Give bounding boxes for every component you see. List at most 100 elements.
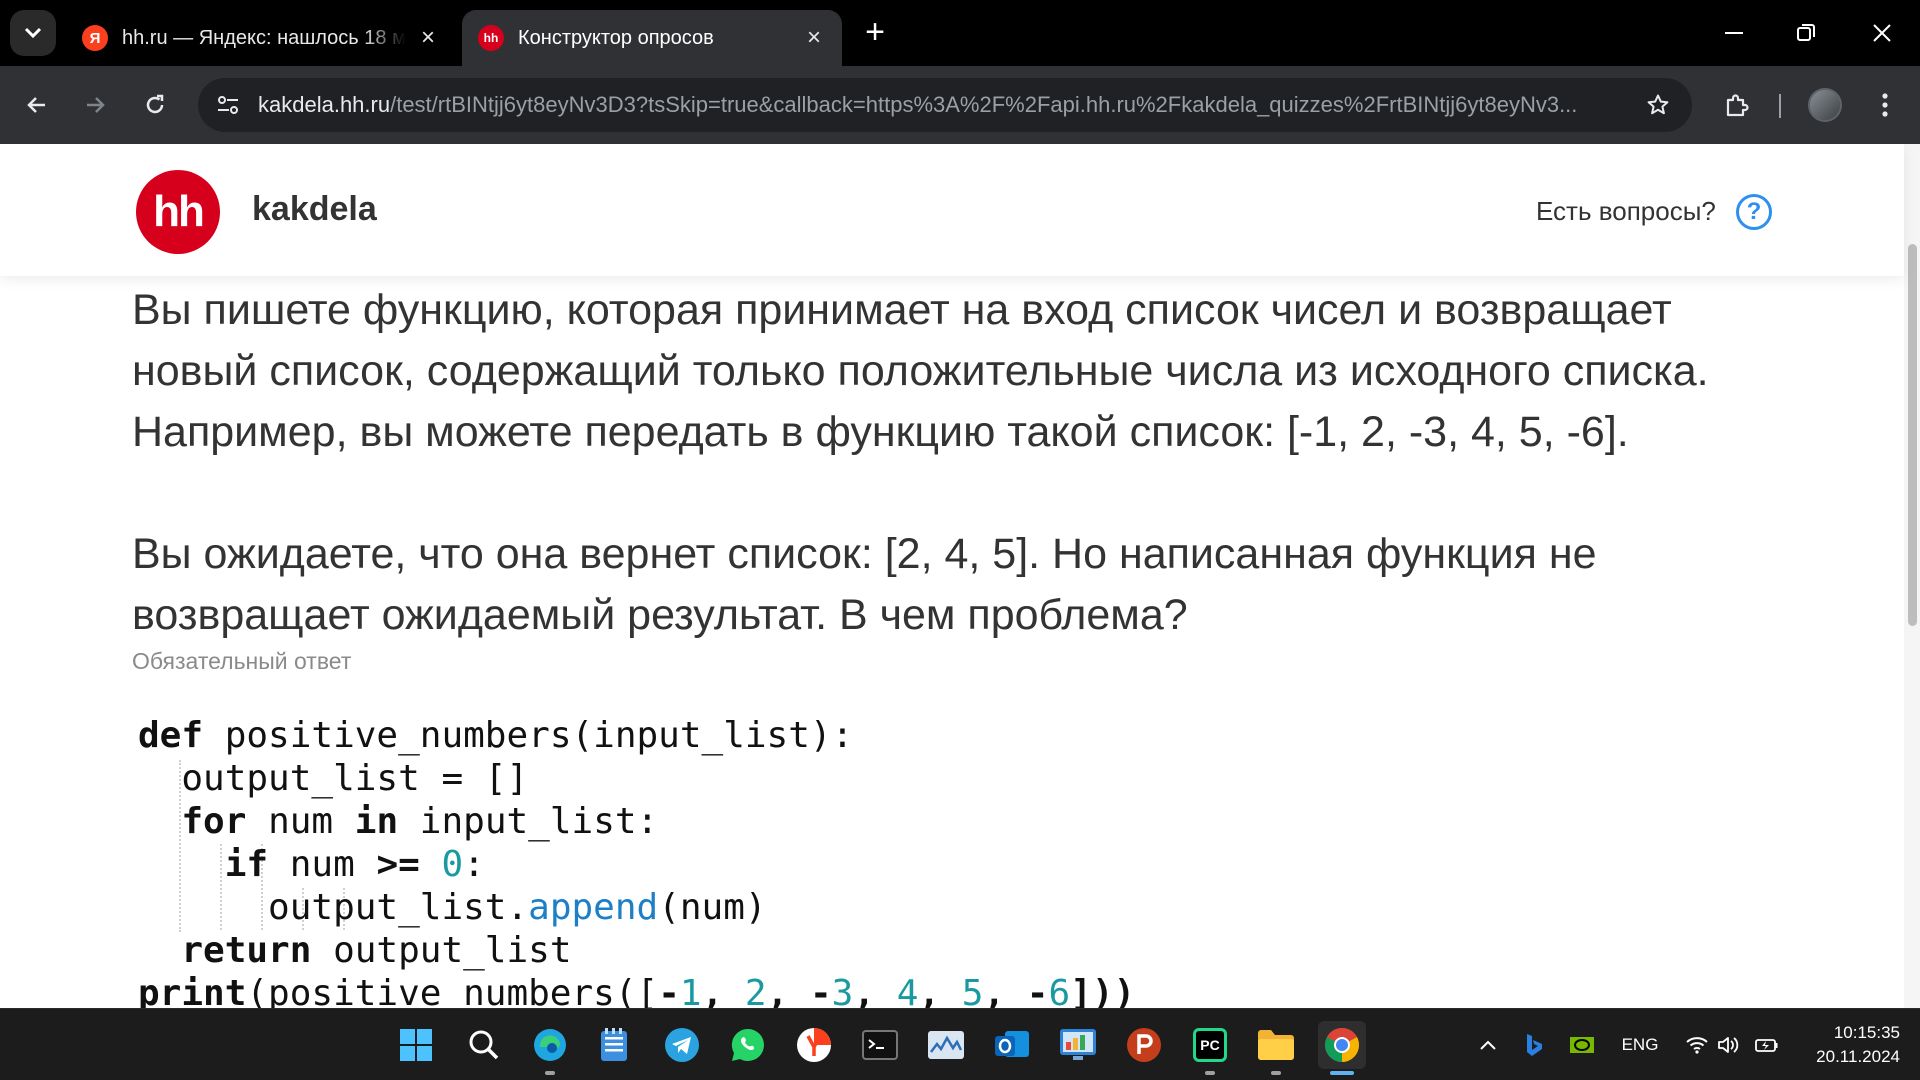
minimize-icon <box>1725 32 1743 34</box>
file-explorer-app[interactable] <box>1252 1021 1300 1075</box>
close-icon <box>1873 24 1891 42</box>
bookmark-star-icon[interactable] <box>1642 89 1674 121</box>
close-icon[interactable]: × <box>416 24 440 51</box>
yandex-browser-app[interactable] <box>790 1021 838 1069</box>
forward-button[interactable] <box>72 82 118 128</box>
start-button[interactable] <box>392 1021 440 1069</box>
code-text: num <box>268 844 377 885</box>
arrow-right-icon <box>87 97 105 113</box>
reload-button[interactable] <box>132 82 178 128</box>
telegram-app[interactable] <box>658 1021 706 1069</box>
code-text: , - <box>766 973 832 1008</box>
code-text: (positive_numbers([ <box>246 973 659 1008</box>
question-paragraph: Вы ожидаете, что она вернет список: [2, … <box>132 530 1597 639</box>
help-question-icon[interactable]: ? <box>1736 194 1772 230</box>
outlook-icon <box>995 1031 1029 1057</box>
code-text: output_list = [] <box>181 758 529 799</box>
control-panel-app[interactable] <box>1054 1021 1102 1069</box>
system-clock[interactable]: 10:15:35 20.11.2024 <box>1796 1021 1900 1069</box>
question-paragraph: Вы пишете функцию, которая принимает на … <box>132 286 1709 456</box>
outlook-app[interactable] <box>988 1021 1036 1069</box>
resource-monitor-icon <box>928 1031 964 1059</box>
page-scrollbar[interactable] <box>1904 144 1920 1008</box>
url-path: /test/rtBINtjj6yt8eyNv3D3?tsSkip=true&ca… <box>390 92 1578 117</box>
code-text: input_list: <box>398 801 659 842</box>
bing-tray-button[interactable] <box>1520 1029 1548 1061</box>
running-indicator <box>1330 1071 1354 1075</box>
code-number: 5 <box>961 973 984 1008</box>
wifi-icon[interactable] <box>1682 1029 1712 1061</box>
running-indicator <box>545 1071 555 1075</box>
powerpoint-app[interactable] <box>1120 1021 1168 1069</box>
code-number: 1 <box>679 973 702 1008</box>
show-hidden-icons-button[interactable] <box>1474 1029 1502 1061</box>
yandex-icon: Я <box>82 25 108 51</box>
code-text: positive_numbers(input_list): <box>203 715 854 756</box>
windows-start-icon <box>400 1029 432 1061</box>
code-number: 3 <box>831 973 854 1008</box>
resource-monitor-app[interactable] <box>922 1021 970 1069</box>
minimize-button[interactable] <box>1704 10 1764 56</box>
help-link[interactable]: Есть вопросы? <box>1536 196 1716 227</box>
language-indicator[interactable]: ENG <box>1616 1029 1664 1061</box>
code-keyword: if <box>224 844 269 885</box>
code-keyword: print <box>138 973 247 1008</box>
code-line: def positive_numbers(input_list): <box>138 714 1135 757</box>
close-icon[interactable]: × <box>802 24 826 51</box>
code-keyword: return <box>181 930 312 971</box>
whatsapp-app[interactable] <box>724 1021 772 1069</box>
code-text: output_list. <box>268 887 529 928</box>
code-line: output_list = [] <box>138 757 1135 800</box>
yandex-browser-icon <box>797 1028 831 1062</box>
code-operator: >= <box>376 844 420 885</box>
code-text: , <box>701 973 745 1008</box>
search-button[interactable] <box>460 1021 508 1069</box>
address-bar[interactable]: kakdela.hh.ru/test/rtBINtjj6yt8eyNv3D3?t… <box>198 78 1692 132</box>
avatar <box>1808 88 1842 122</box>
new-tab-button[interactable]: + <box>858 15 892 50</box>
back-button[interactable] <box>14 82 60 128</box>
telegram-icon <box>665 1028 699 1062</box>
profile-button[interactable] <box>1802 82 1848 128</box>
code-text: , <box>853 973 897 1008</box>
code-line: return output_list <box>138 929 1135 972</box>
site-header: hh kakdela Есть вопросы? ? <box>0 144 1904 276</box>
restore-button[interactable] <box>1776 10 1836 56</box>
brand-name: kakdela <box>252 190 377 228</box>
menu-button[interactable] <box>1862 82 1908 128</box>
chevron-down-icon <box>24 27 42 39</box>
scrollbar-thumb[interactable] <box>1908 244 1917 626</box>
code-number: 6 <box>1048 973 1071 1008</box>
hh-icon: hh <box>478 25 504 51</box>
chevron-up-icon <box>1480 1040 1496 1050</box>
code-keyword: def <box>138 715 204 756</box>
pycharm-app[interactable]: PC <box>1186 1021 1234 1075</box>
volume-icon[interactable] <box>1714 1029 1744 1061</box>
clock-time: 10:15:35 <box>1833 1023 1900 1042</box>
clock-date: 20.11.2024 <box>1816 1047 1900 1066</box>
running-indicator <box>1205 1071 1215 1075</box>
code-text: (num) <box>658 887 767 928</box>
powerpoint-icon <box>1127 1028 1161 1062</box>
terminal-app[interactable] <box>856 1021 904 1069</box>
site-settings-icon[interactable] <box>208 85 248 125</box>
extensions-button[interactable] <box>1714 82 1760 128</box>
edge-app[interactable] <box>526 1021 574 1075</box>
notepad-app[interactable] <box>590 1021 638 1069</box>
tab-search-button[interactable] <box>10 10 56 56</box>
tab-survey-builder[interactable]: hh Конструктор опросов × <box>462 10 842 66</box>
tab-yandex-search[interactable]: Я hh.ru — Яндекс: нашлось 18 млн результ… <box>66 10 456 66</box>
nvidia-icon <box>1570 1037 1594 1053</box>
nvidia-tray-button[interactable] <box>1568 1029 1596 1061</box>
terminal-icon <box>862 1030 898 1060</box>
hh-logo[interactable]: hh <box>136 170 220 254</box>
chrome-icon <box>1325 1028 1359 1062</box>
notepad-icon <box>601 1028 627 1061</box>
battery-icon[interactable] <box>1752 1029 1782 1061</box>
close-window-button[interactable] <box>1852 10 1912 56</box>
chrome-app[interactable] <box>1318 1021 1366 1075</box>
browser-tab-bar: Я hh.ru — Яндекс: нашлось 18 млн результ… <box>0 0 1920 66</box>
question-text: Вы пишете функцию, которая принимает на … <box>132 280 1772 646</box>
folder-icon <box>1258 1030 1294 1060</box>
code-line: for num in input_list: <box>138 800 1135 843</box>
